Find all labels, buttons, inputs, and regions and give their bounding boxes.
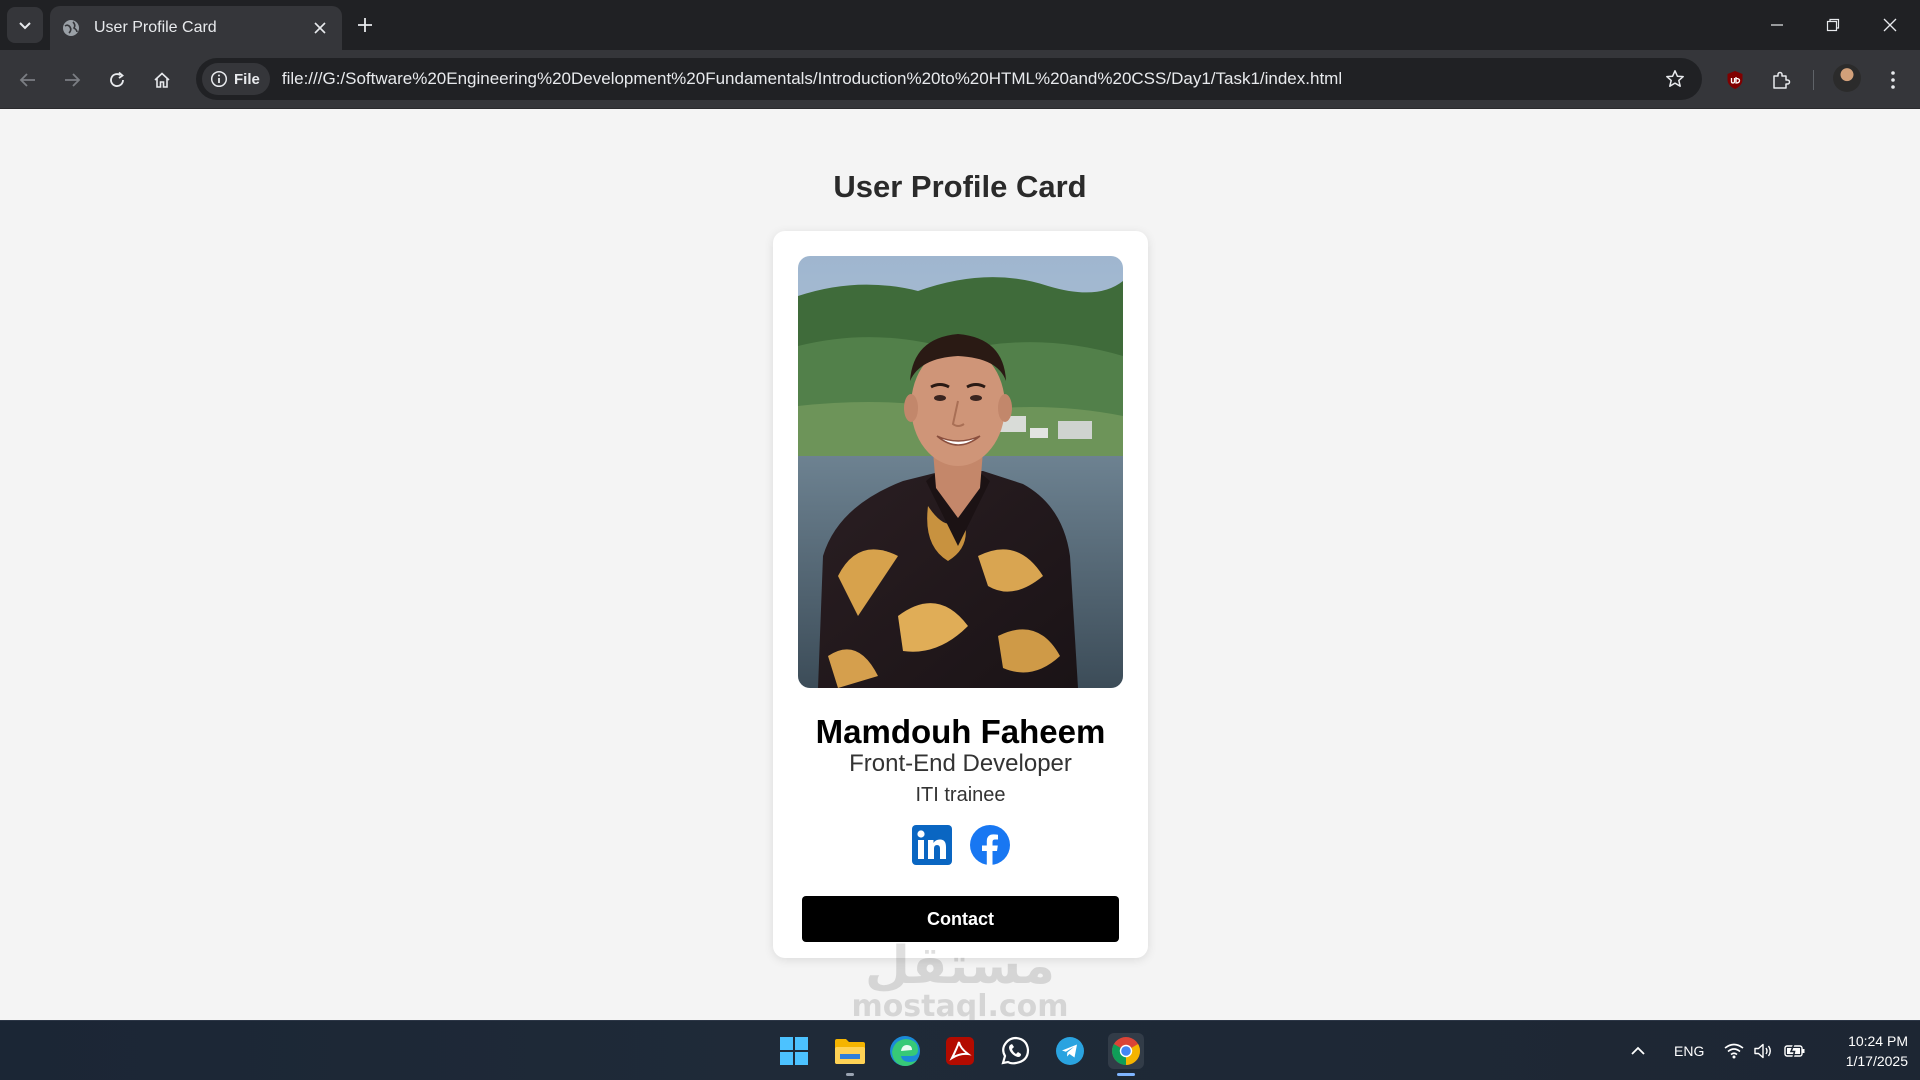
facebook-link[interactable]: [969, 825, 1010, 865]
reload-icon: [110, 71, 124, 87]
active-indicator: [1117, 1073, 1135, 1076]
language-label: ENG: [1674, 1043, 1705, 1059]
ublock-shield-icon: [1727, 71, 1743, 89]
page-title: User Profile Card: [833, 169, 1087, 204]
social-links: [773, 825, 1148, 865]
tab-title: User Profile Card: [94, 19, 217, 36]
chevron-down-icon: [19, 22, 31, 30]
more-vertical-icon: [1891, 71, 1895, 89]
whatsapp-icon: [1001, 1036, 1030, 1065]
bookmark-button[interactable]: [1660, 64, 1690, 94]
system-clock[interactable]: 10:24 PM 1/17/2025: [1812, 1031, 1908, 1071]
whatsapp-taskbar-button[interactable]: [997, 1033, 1033, 1069]
battery-status[interactable]: [1784, 1021, 1806, 1080]
profile-photo-image: [798, 256, 1123, 688]
new-tab-button[interactable]: [352, 12, 378, 38]
profile-name: Mamdouh Faheem: [815, 713, 1106, 750]
home-button[interactable]: [146, 64, 178, 96]
profile-organization: ITI trainee: [915, 784, 1006, 806]
forward-button[interactable]: [56, 64, 88, 96]
profile-photo: [798, 256, 1123, 688]
home-icon: [154, 72, 170, 88]
edge-icon: [890, 1036, 920, 1066]
profile-avatar[interactable]: [1833, 64, 1861, 92]
start-button[interactable]: [776, 1033, 812, 1069]
telegram-taskbar-button[interactable]: [1052, 1033, 1088, 1069]
clock-time: 10:24 PM: [1848, 1033, 1908, 1049]
close-icon: [314, 22, 326, 34]
tray-overflow-button[interactable]: [1630, 1021, 1646, 1080]
chrome-taskbar-button[interactable]: [1108, 1033, 1144, 1076]
edge-taskbar-button[interactable]: [887, 1033, 923, 1069]
browser-tab[interactable]: User Profile Card: [50, 6, 342, 50]
extensions-button[interactable]: [1765, 64, 1797, 96]
profile-role: Front-End Developer: [849, 750, 1072, 777]
tab-search-button[interactable]: [7, 7, 43, 43]
linkedin-icon: [911, 825, 952, 865]
close-window-button[interactable]: [1875, 10, 1905, 40]
folder-icon: [835, 1039, 865, 1064]
plus-icon: [358, 18, 372, 32]
speaker-icon: [1754, 1043, 1771, 1059]
file-explorer-taskbar-button[interactable]: [832, 1033, 868, 1076]
url-text[interactable]: file:///G:/Software%20Engineering%20Deve…: [282, 69, 1660, 89]
tab-close-button[interactable]: [310, 18, 330, 38]
arrow-right-icon: [65, 73, 81, 87]
running-indicator: [846, 1073, 854, 1076]
arrow-left-icon: [19, 73, 35, 87]
site-chip-label: File: [234, 70, 260, 88]
minimize-button[interactable]: [1762, 10, 1792, 40]
back-button[interactable]: [12, 64, 44, 96]
telegram-icon: [1056, 1037, 1084, 1065]
restore-icon: [1826, 18, 1840, 32]
globe-icon: [63, 20, 79, 36]
windows-logo-icon: [780, 1037, 808, 1065]
address-bar[interactable]: File file:///G:/Software%20Engineering%2…: [196, 58, 1702, 100]
info-icon: [210, 70, 228, 88]
windows-taskbar: ENG 10:24 PM 1/17/2025: [0, 1020, 1920, 1080]
facebook-icon: [969, 825, 1010, 865]
pdf-reader-icon: [946, 1037, 974, 1065]
star-icon: [1666, 70, 1684, 87]
browser-menu-button[interactable]: [1877, 64, 1909, 96]
wifi-icon: [1724, 1043, 1744, 1059]
browser-toolbar: File file:///G:/Software%20Engineering%2…: [0, 50, 1920, 109]
browser-tab-bar: User Profile Card: [0, 0, 1920, 50]
puzzle-icon: [1773, 71, 1791, 89]
site-info-chip[interactable]: File: [202, 63, 270, 95]
acrobat-taskbar-button[interactable]: [942, 1033, 978, 1069]
contact-button[interactable]: Contact: [802, 896, 1119, 942]
wifi-status[interactable]: [1724, 1021, 1744, 1080]
toolbar-divider: [1813, 70, 1814, 90]
battery-charging-icon: [1784, 1043, 1805, 1059]
restore-button[interactable]: [1818, 10, 1848, 40]
reload-button[interactable]: [101, 64, 133, 96]
chrome-icon: [1112, 1037, 1140, 1065]
ublock-extension-button[interactable]: [1719, 64, 1751, 96]
profile-card: Mamdouh Faheem Front-End Developer ITI t…: [773, 231, 1148, 958]
minimize-icon: [1771, 24, 1783, 26]
close-icon: [1883, 18, 1897, 32]
linkedin-link[interactable]: [911, 825, 952, 865]
language-indicator[interactable]: ENG: [1674, 1021, 1704, 1080]
volume-status[interactable]: [1753, 1021, 1773, 1080]
chevron-up-icon: [1631, 1046, 1645, 1055]
clock-date: 1/17/2025: [1845, 1053, 1908, 1069]
page-viewport: User Profile Card Mamdouh Faheem Front-E…: [0, 109, 1920, 1020]
